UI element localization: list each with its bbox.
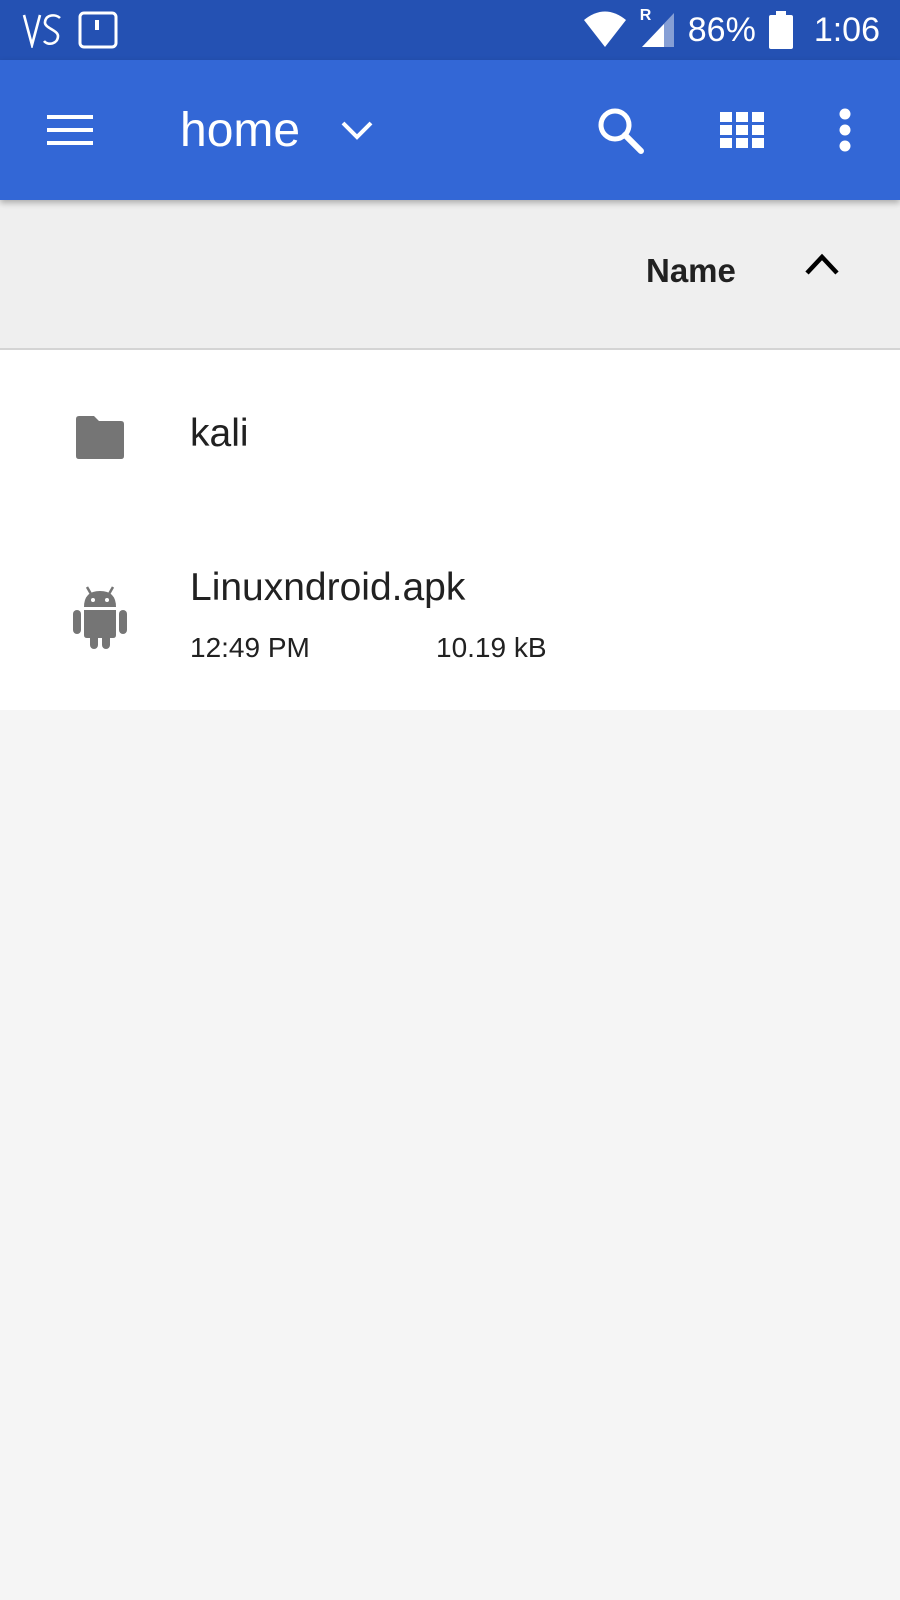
menu-icon	[47, 115, 93, 145]
folder-icon	[70, 409, 130, 469]
file-list: kali Linuxndroid.apk 12:49 PM 10.19 kB	[0, 350, 900, 710]
battery-percent: 86%	[687, 11, 756, 49]
chevron-down-icon	[340, 111, 380, 151]
page-title: home	[180, 104, 301, 157]
status-bar: R 86% 1:06	[0, 0, 900, 60]
search-icon	[598, 108, 644, 154]
app-toolbar: home	[0, 60, 900, 200]
roaming-indicator: R	[639, 7, 652, 24]
file-size: 10.19 kB	[436, 632, 547, 663]
file-modified-time: 12:49 PM	[190, 632, 310, 663]
sort-by-name-button[interactable]: Name	[646, 252, 736, 290]
clock: 1:06	[813, 11, 880, 49]
more-options-button[interactable]	[810, 95, 880, 165]
grid-view-icon	[720, 112, 764, 148]
menu-button[interactable]	[30, 95, 110, 165]
grid-view-button[interactable]	[702, 95, 782, 165]
file-name: Linuxndroid.apk	[190, 566, 466, 609]
location-dropdown[interactable]: home	[180, 96, 380, 166]
list-item[interactable]: Linuxndroid.apk 12:49 PM 10.19 kB	[0, 530, 900, 710]
chevron-up-icon	[805, 253, 839, 275]
signal-icon: R	[640, 7, 676, 49]
search-button[interactable]	[580, 95, 660, 165]
notification-box-icon	[78, 11, 118, 49]
status-bar-right: R 86% 1:06	[582, 7, 880, 52]
carrier-logo-icon	[22, 12, 64, 48]
sort-bar: Name	[0, 200, 900, 350]
battery-icon	[768, 10, 794, 50]
status-bar-left	[22, 8, 118, 52]
file-name: kali	[190, 412, 249, 455]
android-icon	[70, 585, 130, 649]
list-item[interactable]: kali	[0, 350, 900, 530]
sort-direction-button[interactable]	[804, 252, 844, 292]
wifi-icon	[582, 11, 628, 49]
more-vert-icon	[839, 108, 851, 152]
